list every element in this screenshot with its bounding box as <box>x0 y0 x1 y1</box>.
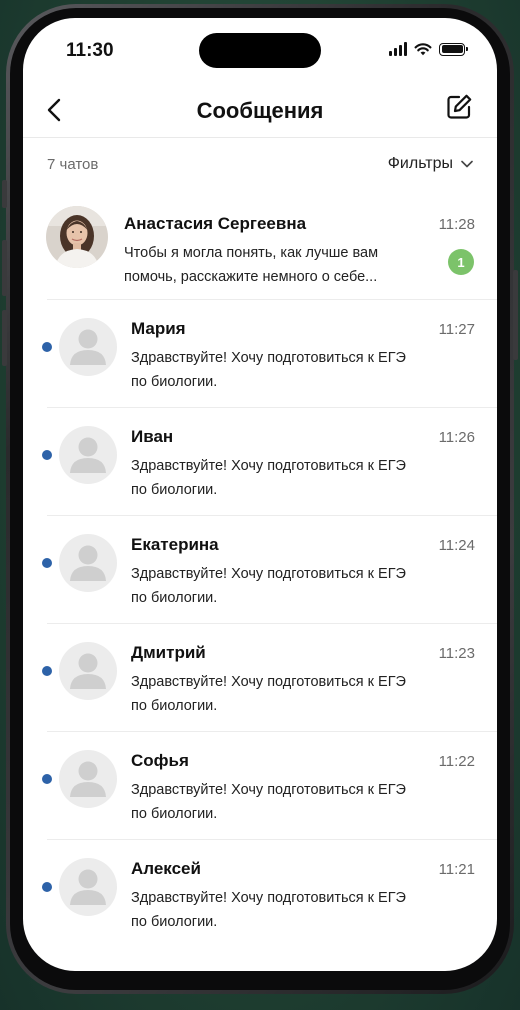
unread-count-badge: 1 <box>448 249 474 275</box>
app-screen: 11:30 Сообщения 7 чатов Фильтры Анастаси… <box>23 18 497 971</box>
compose-button[interactable] <box>445 93 473 121</box>
chat-preview: Чтобы я могла понять, как лучше вам помо… <box>124 241 434 289</box>
nav-bar: Сообщения <box>23 88 497 138</box>
chat-name: Анастасия Сергеевна <box>124 214 307 233</box>
status-icons <box>389 42 468 56</box>
side-button-left <box>2 180 7 208</box>
chat-preview: Здравствуйте! Хочу подготовиться к ЕГЭ п… <box>131 562 441 610</box>
volume-down-button <box>2 310 7 366</box>
chat-preview-line: по биологии. <box>131 806 218 822</box>
chat-item-aleksey[interactable]: Алексей 11:21 Здравствуйте! Хочу подгото… <box>23 840 497 948</box>
chat-name: Мария <box>131 319 186 338</box>
chat-name: Софья <box>131 751 189 770</box>
chat-item-maria[interactable]: Мария 11:27 Здравствуйте! Хочу подготови… <box>23 300 497 408</box>
chat-item-sofia[interactable]: Софья 11:22 Здравствуйте! Хочу подготови… <box>23 732 497 840</box>
chat-name: Алексей <box>131 859 201 878</box>
chat-time: 11:21 <box>438 861 475 878</box>
avatar-placeholder-icon <box>59 858 117 916</box>
status-time: 11:30 <box>66 40 114 61</box>
chat-item-ekaterina[interactable]: Екатерина 11:24 Здравствуйте! Хочу подго… <box>23 516 497 624</box>
chat-time: 11:23 <box>438 645 475 662</box>
avatar-placeholder-icon <box>59 318 117 376</box>
chat-preview-line: Здравствуйте! Хочу подготовиться к ЕГЭ <box>131 350 406 366</box>
unread-dot <box>42 450 52 460</box>
power-button <box>513 270 518 360</box>
avatar-placeholder-icon <box>59 750 117 808</box>
chat-count: 7 чатов <box>47 156 99 173</box>
chat-time: 11:24 <box>438 537 475 554</box>
chat-preview-line: Здравствуйте! Хочу подготовиться к ЕГЭ <box>131 890 406 906</box>
list-toolbar: 7 чатов Фильтры <box>23 154 497 176</box>
avatar-placeholder-icon <box>59 534 117 592</box>
chat-preview: Здравствуйте! Хочу подготовиться к ЕГЭ п… <box>131 886 441 934</box>
chat-time: 11:27 <box>438 321 475 338</box>
chat-preview: Здравствуйте! Хочу подготовиться к ЕГЭ п… <box>131 778 441 826</box>
chat-name: Дмитрий <box>131 643 206 662</box>
battery-icon <box>439 42 468 56</box>
unread-dot <box>42 666 52 676</box>
chevron-down-icon <box>461 160 473 168</box>
chat-preview-line: Здравствуйте! Хочу подготовиться к ЕГЭ <box>131 566 406 582</box>
unread-dot <box>42 774 52 784</box>
unread-dot <box>42 558 52 568</box>
chat-name: Иван <box>131 427 174 446</box>
chat-list: Анастасия Сергеевна 11:28 Чтобы я могла … <box>23 198 497 948</box>
chat-preview-line: по биологии. <box>131 914 218 930</box>
chat-preview: Здравствуйте! Хочу подготовиться к ЕГЭ п… <box>131 454 441 502</box>
unread-dot <box>42 882 52 892</box>
dynamic-island <box>199 33 321 68</box>
avatar-placeholder-icon <box>59 426 117 484</box>
chat-preview-line: Здравствуйте! Хочу подготовиться к ЕГЭ <box>131 782 406 798</box>
avatar-placeholder-icon <box>59 642 117 700</box>
chat-preview-line: по биологии. <box>131 482 218 498</box>
chat-time: 11:28 <box>438 216 475 233</box>
chat-preview-line: Здравствуйте! Хочу подготовиться к ЕГЭ <box>131 674 406 690</box>
chat-preview-line: по биологии. <box>131 374 218 390</box>
chat-preview: Здравствуйте! Хочу подготовиться к ЕГЭ п… <box>131 346 441 394</box>
chat-time: 11:26 <box>438 429 475 446</box>
header-divider <box>23 137 497 138</box>
volume-up-button <box>2 240 7 296</box>
avatar-photo <box>46 206 108 268</box>
filters-button[interactable]: Фильтры <box>388 155 473 173</box>
filters-label: Фильтры <box>387 155 453 172</box>
wifi-icon <box>414 43 432 56</box>
chat-preview-line: по биологии. <box>131 698 218 714</box>
cellular-signal-icon <box>389 42 407 56</box>
unread-dot <box>42 342 52 352</box>
chat-preview-line: Чтобы я могла понять, как лучше вам <box>124 245 379 261</box>
chat-item-dmitry[interactable]: Дмитрий 11:23 Здравствуйте! Хочу подгото… <box>23 624 497 732</box>
chat-time: 11:22 <box>438 753 475 770</box>
chat-preview-line: по биологии. <box>131 590 218 606</box>
chat-preview-line: помочь, расскажите немного о себе... <box>124 269 378 285</box>
chat-preview: Здравствуйте! Хочу подготовиться к ЕГЭ п… <box>131 670 441 718</box>
chat-name: Екатерина <box>131 535 219 554</box>
chat-item-anastasia[interactable]: Анастасия Сергеевна 11:28 Чтобы я могла … <box>23 198 497 300</box>
chat-item-ivan[interactable]: Иван 11:26 Здравствуйте! Хочу подготовит… <box>23 408 497 516</box>
chat-preview-line: Здравствуйте! Хочу подготовиться к ЕГЭ <box>131 458 406 474</box>
page-title: Сообщения <box>196 98 324 123</box>
